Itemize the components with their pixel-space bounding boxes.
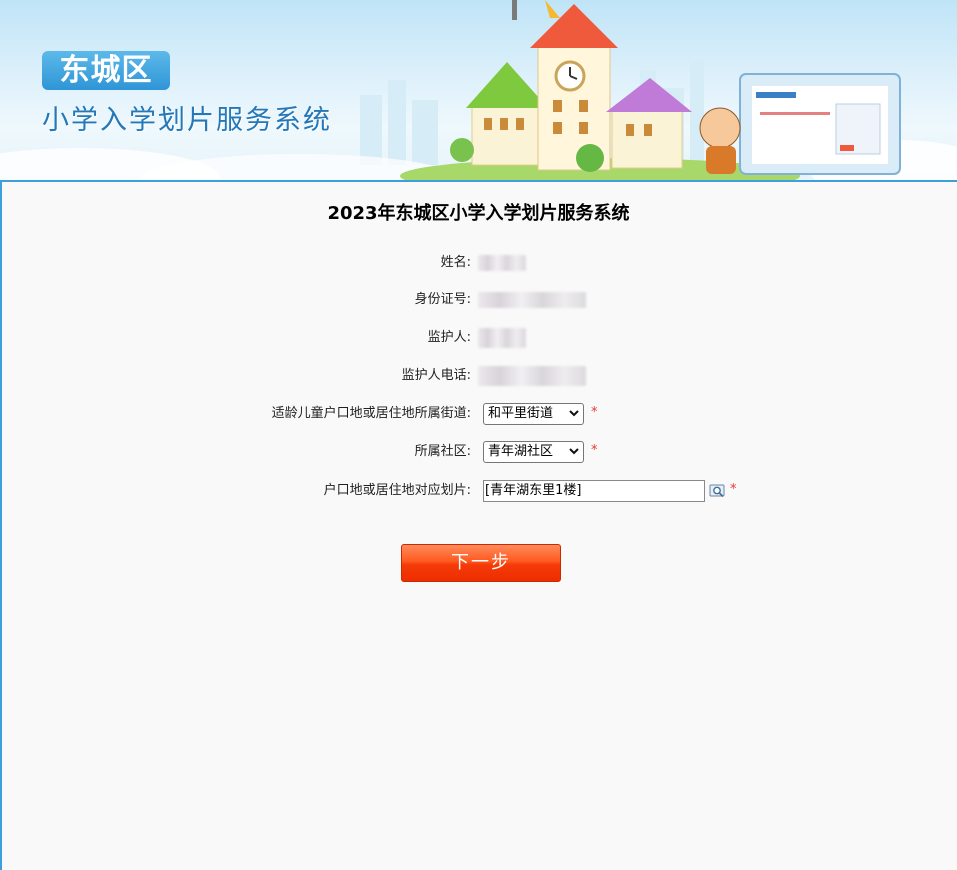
id-number-label: 身份证号: xyxy=(414,292,471,307)
community-required-mark: * xyxy=(591,443,598,458)
community-select[interactable]: 青年湖社区 xyxy=(483,441,584,463)
district-badge: 东城区 xyxy=(42,51,170,90)
chevron-down-icon xyxy=(569,448,579,455)
next-step-button[interactable]: 下一步 xyxy=(401,544,561,582)
banner-illustration xyxy=(0,0,957,181)
zone-label: 户口地或居住地对应划片: xyxy=(323,483,471,498)
street-select-value: 和平里街道 xyxy=(488,406,554,421)
banner-divider xyxy=(0,180,957,182)
row-name: 姓名: xyxy=(0,251,957,275)
row-guardian-phone: 监护人电话: xyxy=(0,364,957,388)
guardian-label: 监护人: xyxy=(427,330,471,345)
id-number-value-redacted xyxy=(478,292,586,308)
street-select[interactable]: 和平里街道 xyxy=(483,403,584,425)
row-guardian: 监护人: xyxy=(0,326,957,350)
chevron-down-icon xyxy=(569,410,579,417)
banner-subtitle: 小学入学划片服务系统 xyxy=(42,105,332,136)
row-id-number: 身份证号: xyxy=(0,288,957,312)
guardian-phone-label: 监护人电话: xyxy=(401,368,471,383)
page-left-border xyxy=(0,181,2,870)
row-street: 适龄儿童户口地或居住地所属街道: 和平里街道 * xyxy=(0,402,957,426)
guardian-value-redacted xyxy=(478,328,526,348)
zone-input[interactable]: [青年湖东里1楼] xyxy=(483,480,705,502)
header-banner: 东城区 小学入学划片服务系统 xyxy=(0,0,957,181)
row-zone: 户口地或居住地对应划片: [青年湖东里1楼] * xyxy=(0,479,957,503)
community-select-value: 青年湖社区 xyxy=(488,444,554,459)
page-title: 2023年东城区小学入学划片服务系统 xyxy=(327,203,630,224)
name-value-redacted xyxy=(478,255,526,271)
row-community: 所属社区: 青年湖社区 * xyxy=(0,440,957,464)
community-label: 所属社区: xyxy=(414,444,471,459)
street-required-mark: * xyxy=(591,405,598,420)
zone-required-mark: * xyxy=(730,482,737,497)
name-label: 姓名: xyxy=(440,255,471,270)
guardian-phone-value-redacted xyxy=(478,366,586,386)
lookup-icon[interactable] xyxy=(709,483,727,499)
street-label: 适龄儿童户口地或居住地所属街道: xyxy=(271,406,471,421)
